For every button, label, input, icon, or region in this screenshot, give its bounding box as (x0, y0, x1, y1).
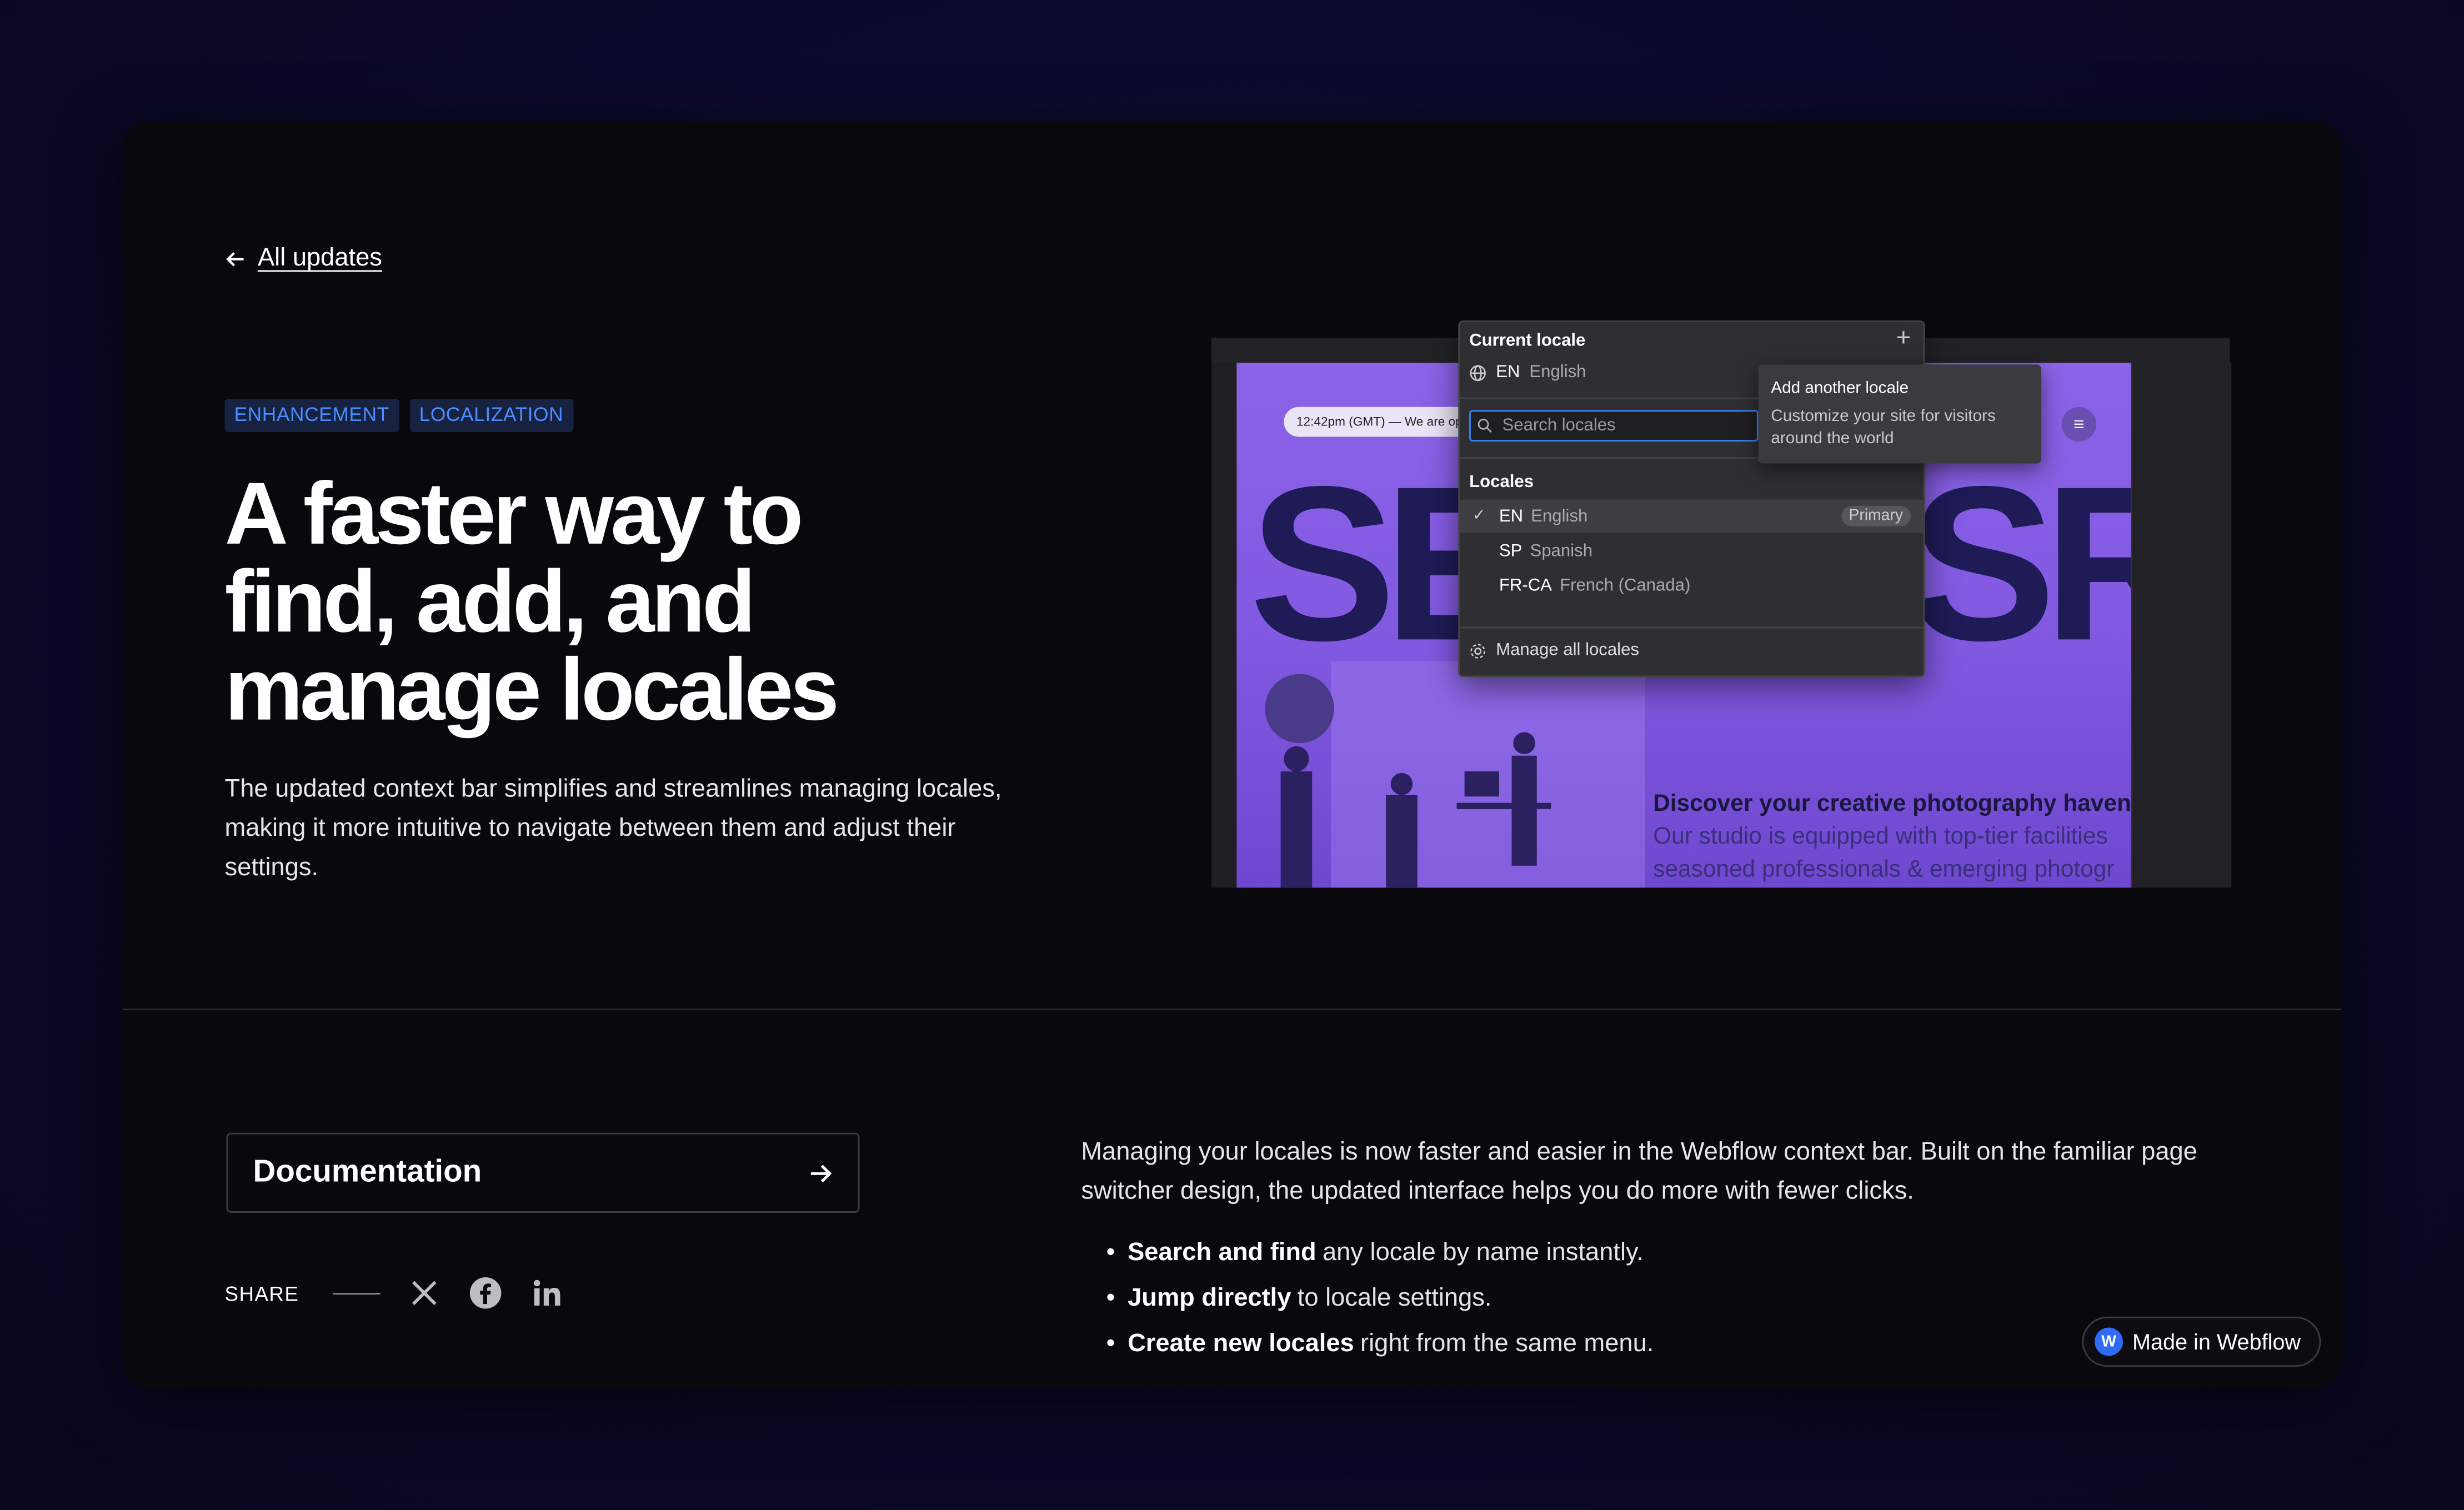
list-item: • Jump directly to locale settings. (1106, 1279, 1654, 1325)
documentation-button[interactable]: Documentation (226, 1132, 860, 1213)
facebook-icon[interactable] (470, 1277, 502, 1309)
canvas-line-3: seasoned professionals & emerging photog… (1653, 856, 2115, 883)
locale-name: English (1531, 506, 1588, 526)
locale-code: FR-CA (1499, 575, 1552, 595)
locales-heading: Locales (1469, 473, 1534, 492)
product-screenshot: 12:42pm (GMT) — We are op SE SR ≡ Discov… (1211, 320, 2232, 888)
list-item: • Search and find any locale by name insta… (1106, 1233, 1654, 1279)
current-locale-name: English (1529, 363, 1586, 382)
all-updates-link[interactable]: All updates (225, 245, 382, 273)
primary-badge: Primary (1841, 505, 1911, 526)
share-divider-line (333, 1292, 381, 1294)
share-row: SHARE (225, 1277, 593, 1309)
linkedin-icon[interactable] (532, 1277, 563, 1309)
locale-search-input[interactable] (1499, 414, 1741, 437)
canvas-big-letters-right: SR (1909, 440, 2131, 687)
gear-icon (1470, 643, 1485, 658)
designer-right-panel (2131, 363, 2232, 888)
locale-search-field[interactable] (1469, 410, 1759, 442)
locale-item-en[interactable]: ✓ EN English Primary (1460, 499, 1924, 533)
add-locale-button[interactable]: + (1896, 325, 1911, 354)
manage-locales-button[interactable]: Manage all locales (1469, 641, 1639, 660)
tooltip-title: Add another locale (1771, 378, 1909, 398)
globe-icon (1470, 364, 1486, 380)
canvas-menu-button[interactable]: ≡ (2061, 407, 2096, 442)
intro-text: The updated context bar simplifies and s… (224, 776, 1002, 882)
share-label: SHARE (224, 1281, 299, 1305)
locale-item-sp[interactable]: SP Spanish (1460, 534, 1924, 567)
locale-name: Spanish (1530, 541, 1593, 560)
list-item: • Create new locales right from the same m… (1106, 1325, 1654, 1370)
arrow-left-icon (226, 252, 244, 267)
manage-locales-label: Manage all locales (1496, 641, 1640, 660)
section-divider (122, 1009, 2342, 1011)
canvas-hero-text: Discover your creative photography haven… (1653, 787, 2131, 886)
arrow-right-icon (810, 1163, 832, 1182)
list-item-bold: Jump directly (1128, 1285, 1291, 1312)
current-locale-code: EN (1496, 363, 1520, 382)
list-item-text: right from the same menu. (1360, 1331, 1654, 1358)
list-item-text: any locale by name instantly. (1323, 1240, 1644, 1267)
canvas-line-1: Discover your creative photography haven (1653, 790, 2131, 817)
time-pill: 12:42pm (GMT) — We are op (1284, 407, 1475, 437)
feature-list: • Search and find any locale by name insta… (1106, 1233, 1654, 1370)
dropdown-divider (1460, 626, 1924, 629)
add-locale-tooltip: Add another locale Customize your site f… (1758, 364, 2041, 464)
tag-enhancement[interactable]: ENHANCEMENT (224, 399, 399, 432)
body-paragraph: Managing your locales is now faster and … (1081, 1139, 2197, 1205)
made-in-webflow-badge[interactable]: W Made in Webflow (2082, 1316, 2321, 1367)
article-card: All updates ENHANCEMENT LOCALIZATION A f… (122, 121, 2342, 1388)
all-updates-label[interactable]: All updates (258, 245, 382, 273)
tooltip-body: Customize your site for visitors around … (1771, 407, 1996, 448)
check-icon: ✓ (1472, 507, 1486, 525)
list-item-bold: Create new locales (1128, 1331, 1354, 1358)
search-icon (1478, 418, 1492, 433)
webflow-logo-icon: W (2095, 1327, 2123, 1356)
tag-list: ENHANCEMENT LOCALIZATION (224, 399, 573, 432)
locale-code: EN (1499, 506, 1524, 526)
current-locale-row[interactable]: EN English (1469, 363, 1586, 382)
list-item-bold: Search and find (1128, 1240, 1316, 1267)
studio-photo-silhouettes (1265, 661, 1645, 888)
locale-item-fr-ca[interactable]: FR-CA French (Canada) (1460, 569, 1924, 601)
locale-name: French (Canada) (1560, 575, 1691, 595)
list-item-text: to locale settings. (1297, 1285, 1492, 1312)
made-in-webflow-label: Made in Webflow (2132, 1329, 2301, 1355)
tag-localization[interactable]: LOCALIZATION (409, 399, 573, 432)
page-title: A faster way to find, add, and manage lo… (224, 463, 839, 739)
designer-left-toolbar (1211, 363, 1239, 888)
documentation-label: Documentation (253, 1155, 482, 1190)
locale-code: SP (1499, 541, 1523, 560)
canvas-line-2: Our studio is equipped with top-tier fac… (1653, 823, 2108, 850)
current-locale-heading: Current locale (1469, 331, 1586, 350)
x-icon[interactable] (409, 1277, 440, 1309)
